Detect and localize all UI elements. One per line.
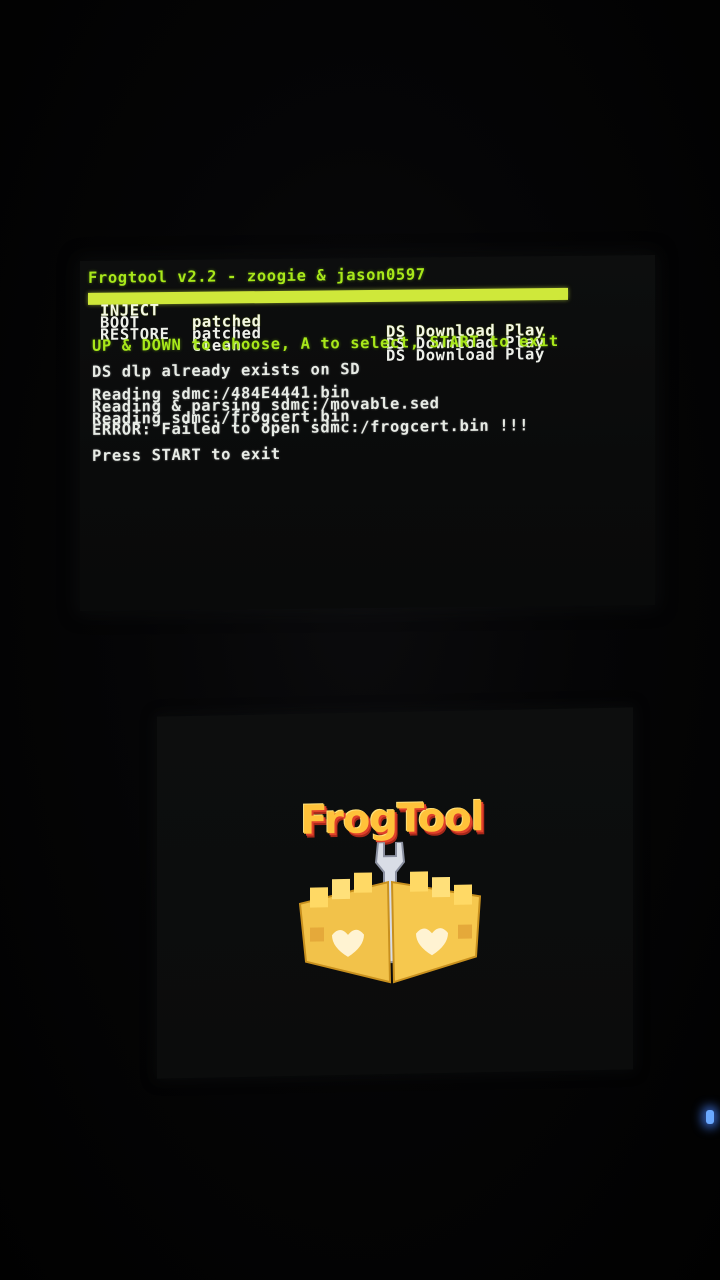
error-line: ERROR: Failed to open sdmc:/frogcert.bin…	[92, 416, 529, 439]
logo-text: FrogTool	[300, 794, 484, 844]
status-text: DS dlp already exists on SD	[92, 360, 361, 381]
app-title: Frogtool v2.2 - zoogie & jason0597	[88, 265, 426, 287]
frogtool-logo: FrogTool	[282, 780, 502, 984]
bottom-screen: FrogTool	[157, 707, 633, 1079]
power-led-icon	[706, 1110, 714, 1124]
top-screen: Frogtool v2.2 - zoogie & jason0597 INJEC…	[80, 254, 655, 612]
device-photo: Frogtool v2.2 - zoogie & jason0597 INJEC…	[0, 0, 720, 1280]
frogtool-crate-wrench-icon	[298, 840, 482, 984]
menu: INJECT patched DS Download Play BOOT pat…	[88, 287, 568, 365]
exit-prompt: Press START to exit	[92, 444, 281, 465]
